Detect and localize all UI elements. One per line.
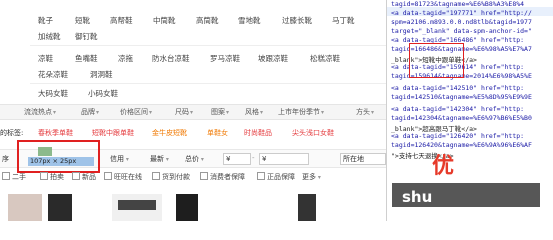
category-link[interactable]: 坡跟凉鞋 (258, 53, 288, 64)
checkbox-genuine[interactable]: 正品保障 (257, 172, 295, 182)
location-select[interactable]: 所在地 (340, 153, 386, 165)
filter-dropdown[interactable]: 风格▾ (245, 107, 263, 117)
category-link[interactable]: 靴子 (38, 15, 53, 26)
sort-total-price-button[interactable]: 总价 ▾ (185, 154, 204, 164)
code-line[interactable]: target="_blank" data-spm-anchor-id=" (391, 27, 532, 35)
category-link[interactable]: 御钉靴 (75, 31, 98, 42)
tag-link[interactable]: 单鞋女 (207, 128, 228, 138)
checkbox-cod[interactable]: 货到付款 (152, 172, 190, 182)
chevron-down-icon: ▾ (199, 156, 204, 163)
checkbox-icon (2, 172, 10, 180)
category-link[interactable]: 花朵凉鞋 (38, 69, 68, 80)
chevron-down-icon: ▾ (96, 109, 100, 116)
chevron-down-icon: ▾ (124, 156, 129, 163)
checkbox-new[interactable]: 新品 (72, 172, 96, 182)
chevron-down-icon: ▾ (321, 109, 325, 116)
category-link[interactable]: 罗马凉鞋 (210, 53, 240, 64)
checkbox-consumer-protection[interactable]: 消费者保障 (200, 172, 245, 182)
filter-dropdown[interactable]: 流流热点▾ (24, 107, 56, 117)
filter-dropdown[interactable]: 价格区间▾ (120, 107, 152, 117)
checkbox-icon (257, 172, 265, 180)
product-logo (118, 200, 156, 210)
category-link[interactable]: 短靴 (75, 15, 90, 26)
checkbox-online[interactable]: 旺旺在线 (104, 172, 142, 182)
tag-row: 的标签: 春秋季单鞋 短靴中跟单鞋 金牛皮短靴 单鞋女 时尚鞋品 尖头浅口女鞋 (0, 127, 386, 141)
tag-prefix-label: 的标签: (0, 129, 24, 137)
filter-dropdown[interactable]: 上市年份季节▾ (278, 107, 324, 117)
category-link[interactable]: 鱼嘴鞋 (75, 53, 98, 64)
chevron-down-icon: ▾ (316, 174, 321, 181)
filter-dropdown[interactable]: 方头▾ (356, 107, 374, 117)
divider (30, 83, 386, 84)
code-line[interactable]: spm=a2106.m893.0.0.nd8tlb&tagid=1977 (391, 18, 532, 26)
price-min-input[interactable]: ¥ (223, 153, 251, 165)
category-link[interactable]: 高帮鞋 (110, 15, 133, 26)
checkbox-icon (200, 172, 208, 180)
filter-checkbox-row: 二手 拍卖 新品 旺旺在线 货到付款 消费者保障 正品保障 更多 ▾ (0, 170, 386, 184)
sort-label: 序 (2, 155, 9, 163)
product-thumbnail[interactable] (176, 194, 198, 221)
category-link[interactable]: 过膝长靴 (282, 15, 312, 26)
watermark-logo: 优 (432, 154, 455, 179)
product-thumbnail[interactable] (112, 194, 162, 221)
product-thumbnail[interactable] (8, 194, 42, 221)
checkbox-secondhand[interactable]: 二手 (2, 172, 26, 182)
tag-link[interactable]: 时尚鞋品 (244, 128, 272, 138)
category-link[interactable]: 防水台凉鞋 (152, 53, 190, 64)
category-link[interactable]: 加绒靴 (38, 31, 61, 42)
annotation-box (17, 140, 100, 173)
filter-dropdown[interactable]: 图案▾ (211, 107, 229, 117)
tag-link[interactable]: 金牛皮短靴 (152, 128, 187, 138)
code-line[interactable]: <a data-tagid="126420" href="http: (391, 132, 524, 140)
chevron-down-icon: ▾ (164, 156, 169, 163)
chevron-down-icon: ▾ (190, 109, 194, 116)
divider (30, 45, 386, 46)
tag-link[interactable]: 尖头浅口女鞋 (292, 128, 334, 138)
code-line[interactable]: tagid=142510&tagname=%E5%8D%95%E9%9E (391, 93, 532, 101)
price-max-input[interactable]: ¥ (259, 153, 309, 165)
annotation-box (409, 43, 464, 78)
checkbox-icon (40, 172, 48, 180)
code-line[interactable]: <a data-tagid="197771" href="http:// (391, 9, 532, 17)
category-link[interactable]: 洞洞鞋 (90, 69, 113, 80)
watermark-brand: shu (402, 188, 433, 206)
checkbox-icon (72, 172, 80, 180)
category-link[interactable]: 大码女鞋 (38, 88, 68, 99)
category-link[interactable]: 凉拖 (118, 53, 133, 64)
watermark: 优 shu (392, 148, 553, 221)
product-thumbnail[interactable] (298, 194, 316, 221)
chevron-down-icon: ▾ (371, 109, 375, 116)
category-link[interactable]: 凉鞋 (38, 53, 53, 64)
product-thumbnail[interactable] (48, 194, 72, 221)
chevron-down-icon: ▾ (260, 109, 264, 116)
category-link[interactable]: 马丁靴 (332, 15, 355, 26)
chevron-down-icon: ▾ (53, 109, 57, 116)
checkbox-icon (104, 172, 112, 180)
category-link[interactable]: 高筒靴 (196, 15, 219, 26)
range-dash: - (252, 154, 255, 162)
category-link[interactable]: 中筒靴 (153, 15, 176, 26)
code-line[interactable]: <a data-tagid="142510" href="http: (391, 84, 524, 92)
tag-link[interactable]: 春秋季单鞋 (38, 128, 73, 138)
category-link[interactable]: 小码女鞋 (88, 88, 118, 99)
code-line[interactable]: <a data-tagid="142304" href="http: (391, 105, 524, 113)
attribute-filter-bar: 流流热点▾ 品牌▾ 价格区间▾ 尺码▾ 图案▾ 风格▾ 上市年份季节▾ 方头▾ (0, 104, 386, 120)
code-line[interactable]: tagid=81723&tagname=%E6%B8%A3%E8%4 (391, 0, 524, 8)
tag-link[interactable]: 短靴中跟单鞋 (92, 128, 134, 138)
sort-newest-button[interactable]: 最新 ▾ (150, 154, 169, 164)
chevron-down-icon: ▾ (149, 109, 153, 116)
checkbox-icon (152, 172, 160, 180)
checkbox-auction[interactable]: 拍卖 (40, 172, 64, 182)
chevron-down-icon: ▾ (226, 109, 230, 116)
category-link[interactable]: 雪地靴 (238, 15, 261, 26)
search-results-page: 靴子 短靴 高帮鞋 中筒靴 高筒靴 雪地靴 过膝长靴 马丁靴 加绒靴 御钉靴 凉… (0, 0, 386, 221)
code-line[interactable]: tagid=142304&tagname=%E6%97%B6%E5%B0 (391, 114, 532, 122)
more-filters-button[interactable]: 更多 ▾ (302, 172, 321, 182)
sort-credit-button[interactable]: 信用 ▾ (110, 154, 129, 164)
category-link[interactable]: 松糕凉鞋 (310, 53, 340, 64)
filter-dropdown[interactable]: 品牌▾ (81, 107, 99, 117)
filter-dropdown[interactable]: 尺码▾ (175, 107, 193, 117)
